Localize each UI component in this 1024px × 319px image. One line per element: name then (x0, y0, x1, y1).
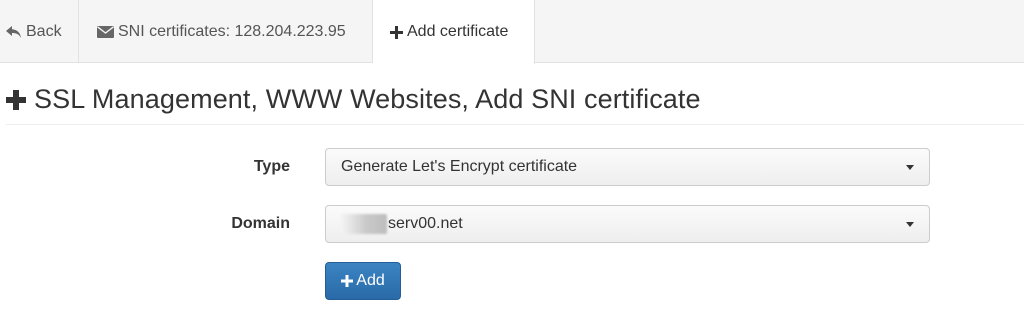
envelope-icon (97, 25, 114, 38)
domain-select[interactable]: serv00.net (325, 205, 930, 243)
title-divider (6, 124, 1024, 125)
chevron-down-icon (906, 222, 914, 227)
tab-add-certificate[interactable]: Add certificate (373, 0, 535, 64)
add-button[interactable]: Add (325, 262, 401, 300)
page-title-text: SSL Management, WWW Websites, Add SNI ce… (34, 84, 701, 114)
type-select-value: Generate Let's Encrypt certificate (341, 158, 578, 175)
chevron-down-icon (906, 165, 914, 170)
add-button-label: Add (356, 272, 385, 289)
tab-sni-label: SNI certificates: 128.204.223.95 (118, 22, 346, 40)
plus-icon (390, 25, 403, 39)
page-title: SSL Management, WWW Websites, Add SNI ce… (6, 84, 701, 115)
type-label: Type (253, 158, 290, 175)
type-select[interactable]: Generate Let's Encrypt certificate (325, 148, 930, 186)
tab-bar: Back SNI certificates: 128.204.223.95 Ad… (0, 0, 1024, 64)
plus-icon (341, 275, 354, 287)
tab-back[interactable]: Back (0, 0, 79, 63)
tab-back-label: Back (26, 22, 62, 40)
plus-icon (6, 89, 26, 110)
reply-arrow-icon (6, 25, 22, 39)
domain-select-value: serv00.net (388, 215, 463, 232)
redacted-subdomain (341, 214, 387, 234)
domain-label: Domain (231, 215, 290, 232)
tab-add-label: Add certificate (407, 23, 509, 40)
tab-sni-certificates[interactable]: SNI certificates: 128.204.223.95 (79, 0, 373, 63)
